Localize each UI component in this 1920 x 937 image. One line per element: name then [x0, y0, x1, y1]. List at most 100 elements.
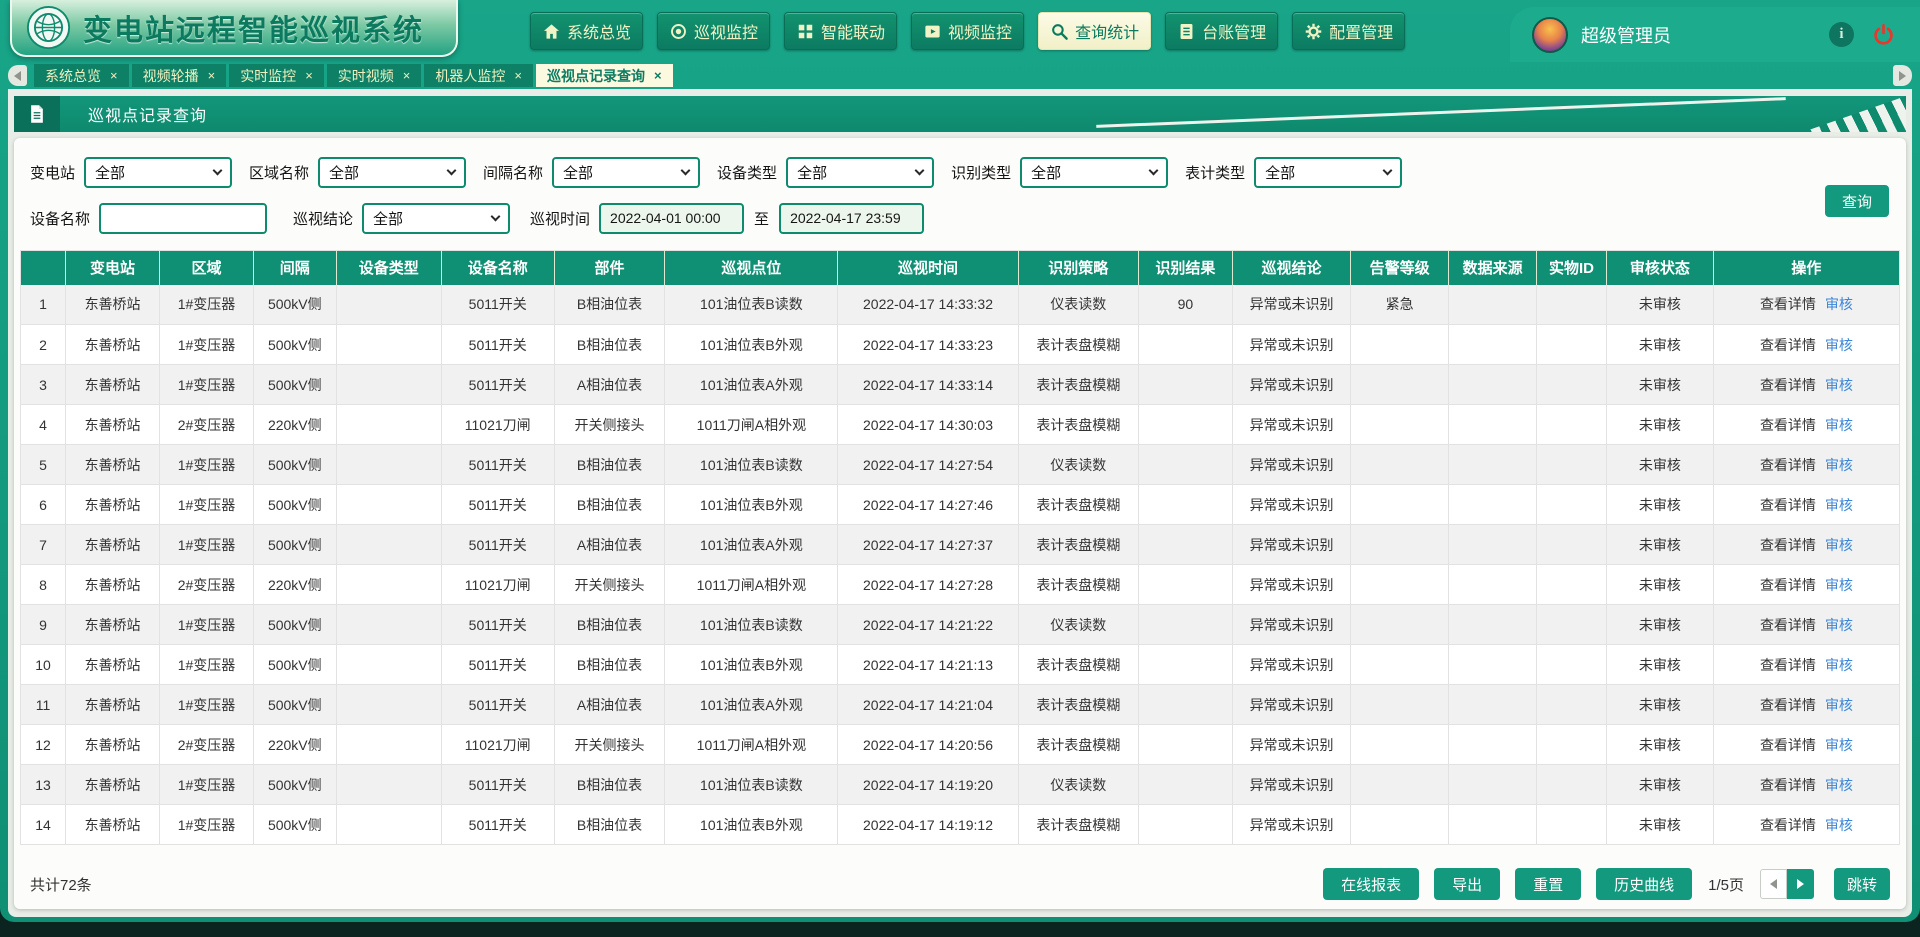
audit-link[interactable]: 审核: [1825, 377, 1853, 393]
cell: [1537, 445, 1607, 485]
tab-strip: 系统总览×视频轮播×实时监控×实时视频×机器人监控×巡视点记录查询×: [0, 62, 1920, 89]
view-detail-link[interactable]: 查看详情: [1760, 377, 1816, 393]
end-datetime-input[interactable]: 2022-04-17 23:59: [779, 203, 924, 234]
audit-link[interactable]: 审核: [1825, 577, 1853, 593]
filter-select-4[interactable]: 全部: [786, 157, 934, 188]
table-row: 7东善桥站1#变压器500kV侧5011开关A相油位表101油位表A外观2022…: [21, 525, 1900, 565]
filter-select-1[interactable]: 全部: [84, 157, 232, 188]
column-header: 区域: [160, 251, 254, 285]
view-detail-link[interactable]: 查看详情: [1760, 617, 1816, 633]
nav-button-config-management[interactable]: 配置管理: [1292, 12, 1405, 50]
cell: 500kV侧: [253, 805, 336, 845]
cell: [336, 645, 441, 685]
tabs-scroll-left-icon[interactable]: [8, 65, 27, 86]
close-icon[interactable]: ×: [514, 69, 522, 82]
view-detail-link[interactable]: 查看详情: [1760, 337, 1816, 353]
chevron-down-icon: [915, 165, 925, 175]
audit-link[interactable]: 审核: [1825, 537, 1853, 553]
close-icon[interactable]: ×: [403, 69, 411, 82]
audit-link[interactable]: 审核: [1825, 457, 1853, 473]
view-detail-link[interactable]: 查看详情: [1760, 497, 1816, 513]
online-report-button[interactable]: 在线报表: [1323, 868, 1419, 900]
view-detail-link[interactable]: 查看详情: [1760, 577, 1816, 593]
info-icon[interactable]: [1829, 22, 1854, 47]
prev-page-icon[interactable]: [1760, 869, 1787, 899]
cell: [1138, 565, 1232, 605]
audit-link[interactable]: 审核: [1825, 417, 1853, 433]
audit-link[interactable]: 审核: [1825, 296, 1853, 312]
close-icon[interactable]: ×: [305, 69, 313, 82]
cell: 表计表盘模糊: [1018, 685, 1138, 725]
conclusion-select[interactable]: 全部: [362, 203, 510, 234]
tab-active[interactable]: 巡视点记录查询×: [536, 64, 673, 87]
audit-link[interactable]: 审核: [1825, 617, 1853, 633]
nav-button-ledger-management[interactable]: 台账管理: [1165, 12, 1278, 50]
audit-link[interactable]: 审核: [1825, 817, 1853, 833]
nav-button-inspection-monitor[interactable]: 巡视监控: [657, 12, 770, 50]
logout-power-icon[interactable]: [1871, 22, 1896, 47]
history-curve-button[interactable]: 历史曲线: [1596, 868, 1692, 900]
chevron-down-icon: [1383, 165, 1393, 175]
nav-button-video-monitor[interactable]: 视频监控: [911, 12, 1024, 50]
cell: 异常或未识别: [1232, 685, 1350, 725]
jump-button[interactable]: 跳转: [1834, 868, 1890, 900]
close-icon[interactable]: ×: [110, 69, 118, 82]
cell: 东善桥站: [66, 405, 160, 445]
nav-button-query-statistics[interactable]: 查询统计: [1038, 12, 1151, 50]
cell: 2022-04-17 14:19:20: [838, 765, 1018, 805]
start-datetime-input[interactable]: 2022-04-01 00:00: [599, 203, 744, 234]
cell: 未审核: [1606, 285, 1713, 325]
next-page-icon[interactable]: [1787, 869, 1814, 899]
cell: 未审核: [1606, 485, 1713, 525]
cell: 仪表读数: [1018, 605, 1138, 645]
filter-select-6[interactable]: 全部: [1254, 157, 1402, 188]
table-row: 4东善桥站2#变压器220kV侧11021刀闸开关侧接头1011刀闸A相外观20…: [21, 405, 1900, 445]
audit-link[interactable]: 审核: [1825, 697, 1853, 713]
export-button[interactable]: 导出: [1434, 868, 1500, 900]
audit-link[interactable]: 审核: [1825, 737, 1853, 753]
view-detail-link[interactable]: 查看详情: [1760, 657, 1816, 673]
table-footer: 共计72条 在线报表导出重置历史曲线 1/5页 跳转: [20, 859, 1900, 909]
cell: 500kV侧: [253, 325, 336, 365]
view-detail-link[interactable]: 查看详情: [1760, 777, 1816, 793]
tab-item[interactable]: 视频轮播×: [132, 64, 227, 87]
cell: 异常或未识别: [1232, 725, 1350, 765]
nav-button-smart-linkage[interactable]: 智能联动: [784, 12, 897, 50]
filter-select-5[interactable]: 全部: [1020, 157, 1168, 188]
cell: 220kV侧: [253, 565, 336, 605]
cell: 14: [21, 805, 66, 845]
tabs-scroll-right-icon[interactable]: [1893, 65, 1912, 86]
cell: [336, 485, 441, 525]
user-avatar[interactable]: [1532, 17, 1568, 53]
view-detail-link[interactable]: 查看详情: [1760, 697, 1816, 713]
cell: 东善桥站: [66, 645, 160, 685]
total-count: 共计72条: [30, 874, 92, 895]
nav-button-system-overview[interactable]: 系统总览: [530, 12, 643, 50]
cell: [336, 565, 441, 605]
filter-select-2[interactable]: 全部: [318, 157, 466, 188]
tab-item[interactable]: 实时监控×: [229, 64, 324, 87]
view-detail-link[interactable]: 查看详情: [1760, 817, 1816, 833]
cell: 异常或未识别: [1232, 365, 1350, 405]
close-icon[interactable]: ×: [208, 69, 216, 82]
device-name-input[interactable]: [99, 203, 267, 234]
view-detail-link[interactable]: 查看详情: [1760, 296, 1816, 312]
view-detail-link[interactable]: 查看详情: [1760, 417, 1816, 433]
tab-item[interactable]: 机器人监控×: [424, 64, 533, 87]
audit-link[interactable]: 审核: [1825, 497, 1853, 513]
close-icon[interactable]: ×: [654, 69, 662, 82]
view-detail-link[interactable]: 查看详情: [1760, 457, 1816, 473]
filter-select-3[interactable]: 全部: [552, 157, 700, 188]
audit-link[interactable]: 审核: [1825, 777, 1853, 793]
cell: 未审核: [1606, 605, 1713, 645]
view-detail-link[interactable]: 查看详情: [1760, 737, 1816, 753]
cell: [1448, 685, 1536, 725]
audit-link[interactable]: 审核: [1825, 337, 1853, 353]
reset-button[interactable]: 重置: [1515, 868, 1581, 900]
tab-item[interactable]: 实时视频×: [327, 64, 422, 87]
view-detail-link[interactable]: 查看详情: [1760, 537, 1816, 553]
cell: [336, 805, 441, 845]
search-button[interactable]: 查询: [1825, 185, 1889, 217]
tab-item[interactable]: 系统总览×: [34, 64, 129, 87]
audit-link[interactable]: 审核: [1825, 657, 1853, 673]
